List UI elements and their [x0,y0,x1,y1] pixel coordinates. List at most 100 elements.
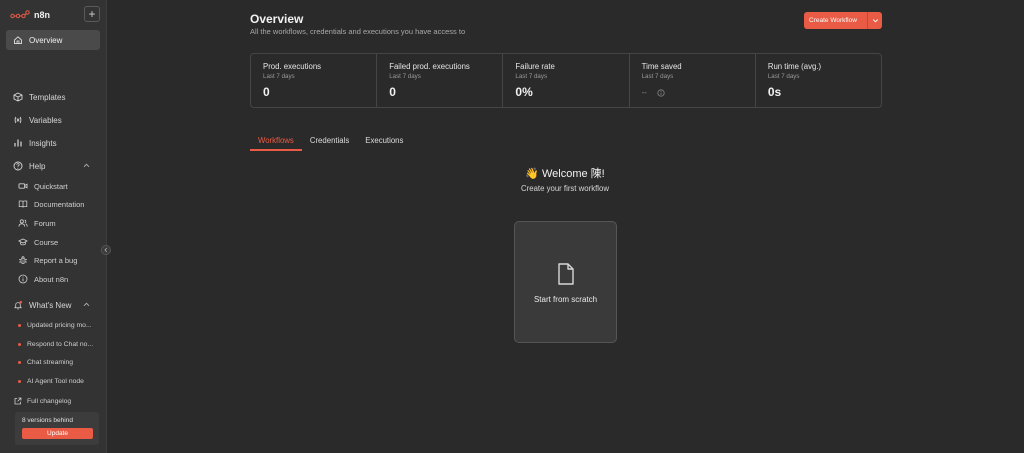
tab-workflows[interactable]: Workflows [250,133,302,151]
help-item-label: Report a bug [34,255,78,265]
chevron-up-icon[interactable] [83,301,90,310]
help-item-about[interactable]: About n8n [18,271,102,287]
stat-value: 0% [515,85,533,99]
sidebar-item-insights[interactable]: Insights [6,133,100,153]
changelog-label: Full changelog [27,397,72,405]
welcome-subtitle: Create your first workflow [521,184,609,193]
help-item-course[interactable]: Course [18,234,102,250]
tab-executions[interactable]: Executions [357,133,411,151]
stat-failure-rate[interactable]: Failure rate Last 7 days 0% [503,54,630,107]
file-icon [556,262,576,286]
stat-period: Last 7 days [641,73,674,80]
brand[interactable]: n8n [10,8,50,22]
sidebar-item-label: Insights [29,138,57,148]
sidebar-item-overview[interactable]: Overview [6,30,100,50]
stat-value: 0 [263,85,270,99]
start-from-scratch-label: Start from scratch [533,295,598,304]
create-options-toggle[interactable] [867,12,882,29]
sidebar-item-label: Overview [29,35,63,45]
info-icon [18,274,28,284]
stat-label: Failure rate [515,62,555,71]
stat-value: 0 [389,85,396,99]
welcome-heading: 👋 Welcome 陳! [525,168,605,180]
stat-label: Failed prod. executions [389,62,470,71]
tab-credentials[interactable]: Credentials [302,133,357,151]
stat-prod-executions[interactable]: Prod. executions Last 7 days 0 [251,54,378,107]
book-icon [18,199,28,209]
stats-panel: Prod. executions Last 7 days 0 Failed pr… [250,53,882,108]
stat-failed-executions[interactable]: Failed prod. executions Last 7 days 0 [377,54,504,107]
bell-icon [13,300,23,310]
n8n-logo-icon [10,10,30,20]
stat-label: Run time (avg.) [767,62,822,71]
stat-period: Last 7 days [389,73,421,80]
stat-period: Last 7 days [515,73,548,80]
sidebar-collapse-handle[interactable] [101,245,111,255]
news-dot [18,323,21,327]
news-item-label: Updated pricing mo... [27,321,92,329]
chart-icon [13,138,23,148]
help-item-quickstart[interactable]: Quickstart [18,178,102,194]
sidebar-item-variables[interactable]: Variables [6,110,100,130]
bug-icon [18,255,28,265]
news-item[interactable]: Updated pricing mo... [18,318,102,332]
stat-value: -- [641,88,647,97]
create-workflow-button[interactable]: Create Workflow [804,12,882,29]
sidebar: n8n + Overview Templates Variables Insig… [0,0,107,453]
help-item-label: About n8n [34,274,69,284]
stat-value: 0s [767,85,782,99]
sidebar-item-label: Variables [29,115,62,125]
box-icon [13,92,23,102]
news-dot [18,379,21,383]
variable-icon [13,115,23,125]
sidebar-item-help[interactable]: Help [6,156,100,176]
news-dot [18,342,21,346]
news-item[interactable]: Chat streaming [18,355,102,369]
stat-value-row: -- [642,88,755,97]
chevron-up-icon[interactable] [83,162,90,171]
tab-bar: Workflows Credentials Executions [250,133,411,151]
update-button[interactable]: Update [22,428,93,439]
graduation-cap-icon [18,237,28,247]
help-item-label: Forum [34,218,56,228]
news-item[interactable]: AI Agent Tool node [18,374,102,388]
news-item[interactable]: Respond to Chat no... [18,337,102,351]
help-item-report-bug[interactable]: Report a bug [18,252,102,268]
help-item-documentation[interactable]: Documentation [18,196,102,212]
create-workflow-label: Create Workflow [809,17,857,24]
help-item-label: Documentation [34,199,85,209]
page-title: Overview [250,12,304,26]
start-from-scratch-card[interactable]: Start from scratch [514,221,617,343]
users-icon [18,218,28,228]
add-button[interactable]: + [84,6,100,22]
home-icon [13,35,23,45]
stat-period: Last 7 days [263,73,295,80]
chevron-down-icon [872,17,879,24]
update-panel: 8 versions behind Update [15,412,99,445]
news-item-label: Respond to Chat no... [27,340,94,348]
news-item-label: Chat streaming [27,358,74,366]
full-changelog-link[interactable]: Full changelog [14,395,71,407]
stat-time-saved[interactable]: Time saved Last 7 days -- [630,54,756,107]
sidebar-item-label: What's New [29,300,72,310]
stat-run-time[interactable]: Run time (avg.) Last 7 days 0s [756,54,881,107]
news-item-label: AI Agent Tool node [27,377,84,385]
stat-label: Prod. executions [263,62,322,71]
sidebar-item-templates[interactable]: Templates [6,87,100,107]
sidebar-item-whats-new[interactable]: What's New [6,295,100,315]
question-icon [13,161,23,171]
help-item-label: Course [34,237,59,247]
stat-label: Time saved [641,62,682,71]
help-item-label: Quickstart [34,181,68,191]
versions-behind-text: 8 versions behind [22,417,73,424]
video-icon [18,181,28,191]
page-subtitle: All the workflows, credentials and execu… [250,27,466,36]
sidebar-item-label: Templates [29,92,66,102]
stat-period: Last 7 days [767,73,800,80]
external-link-icon [14,397,22,405]
info-icon[interactable] [657,88,665,97]
sidebar-item-label: Help [29,161,46,171]
help-item-forum[interactable]: Forum [18,215,102,231]
news-dot [18,360,21,364]
brand-name: n8n [34,10,51,20]
